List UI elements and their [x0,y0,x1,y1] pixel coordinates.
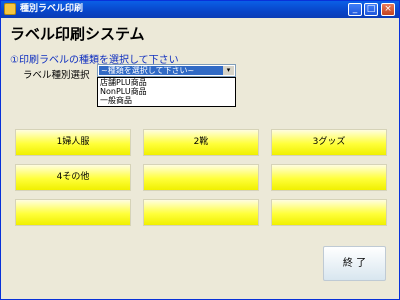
minimize-button[interactable]: _ [348,3,362,16]
category-button-5[interactable] [143,164,259,191]
chevron-down-icon[interactable]: ▾ [223,66,234,75]
category-button-9[interactable] [271,199,387,226]
category-button-8[interactable] [143,199,259,226]
category-button-6[interactable] [271,164,387,191]
dropdown-selected-value[interactable]: ~種類を選択して下さい~ [99,66,223,75]
close-button[interactable]: × [381,3,395,16]
category-button-3[interactable]: 3グッズ [271,129,387,156]
category-button-2[interactable]: 2靴 [143,129,259,156]
app-window: 種別ラベル印刷 _ □ × ラベル印刷システム ①印刷ラベルの種類を選択して下さ… [0,0,400,300]
dropdown-option[interactable]: NonPLU商品 [98,87,235,96]
title-bar[interactable]: 種別ラベル印刷 _ □ × [1,1,399,18]
app-icon [4,3,16,15]
category-button-1[interactable]: 1婦人服 [15,129,131,156]
category-button-4[interactable]: 4その他 [15,164,131,191]
maximize-button[interactable]: □ [364,3,378,16]
window-title: 種別ラベル印刷 [20,4,84,14]
label-type-dropdown[interactable]: ~種類を選択して下さい~ ▾ [97,64,236,77]
exit-button[interactable]: 終 了 [323,246,386,281]
dropdown-option[interactable]: 店舗PLU商品 [98,78,235,87]
category-button-7[interactable] [15,199,131,226]
dropdown-option[interactable]: 一般商品 [98,96,235,105]
dropdown-options-list: 店舗PLU商品 NonPLU商品 一般商品 [97,77,236,107]
page-title: ラベル印刷システム [10,25,145,43]
label-type-label: ラベル種別選択 [23,70,90,81]
